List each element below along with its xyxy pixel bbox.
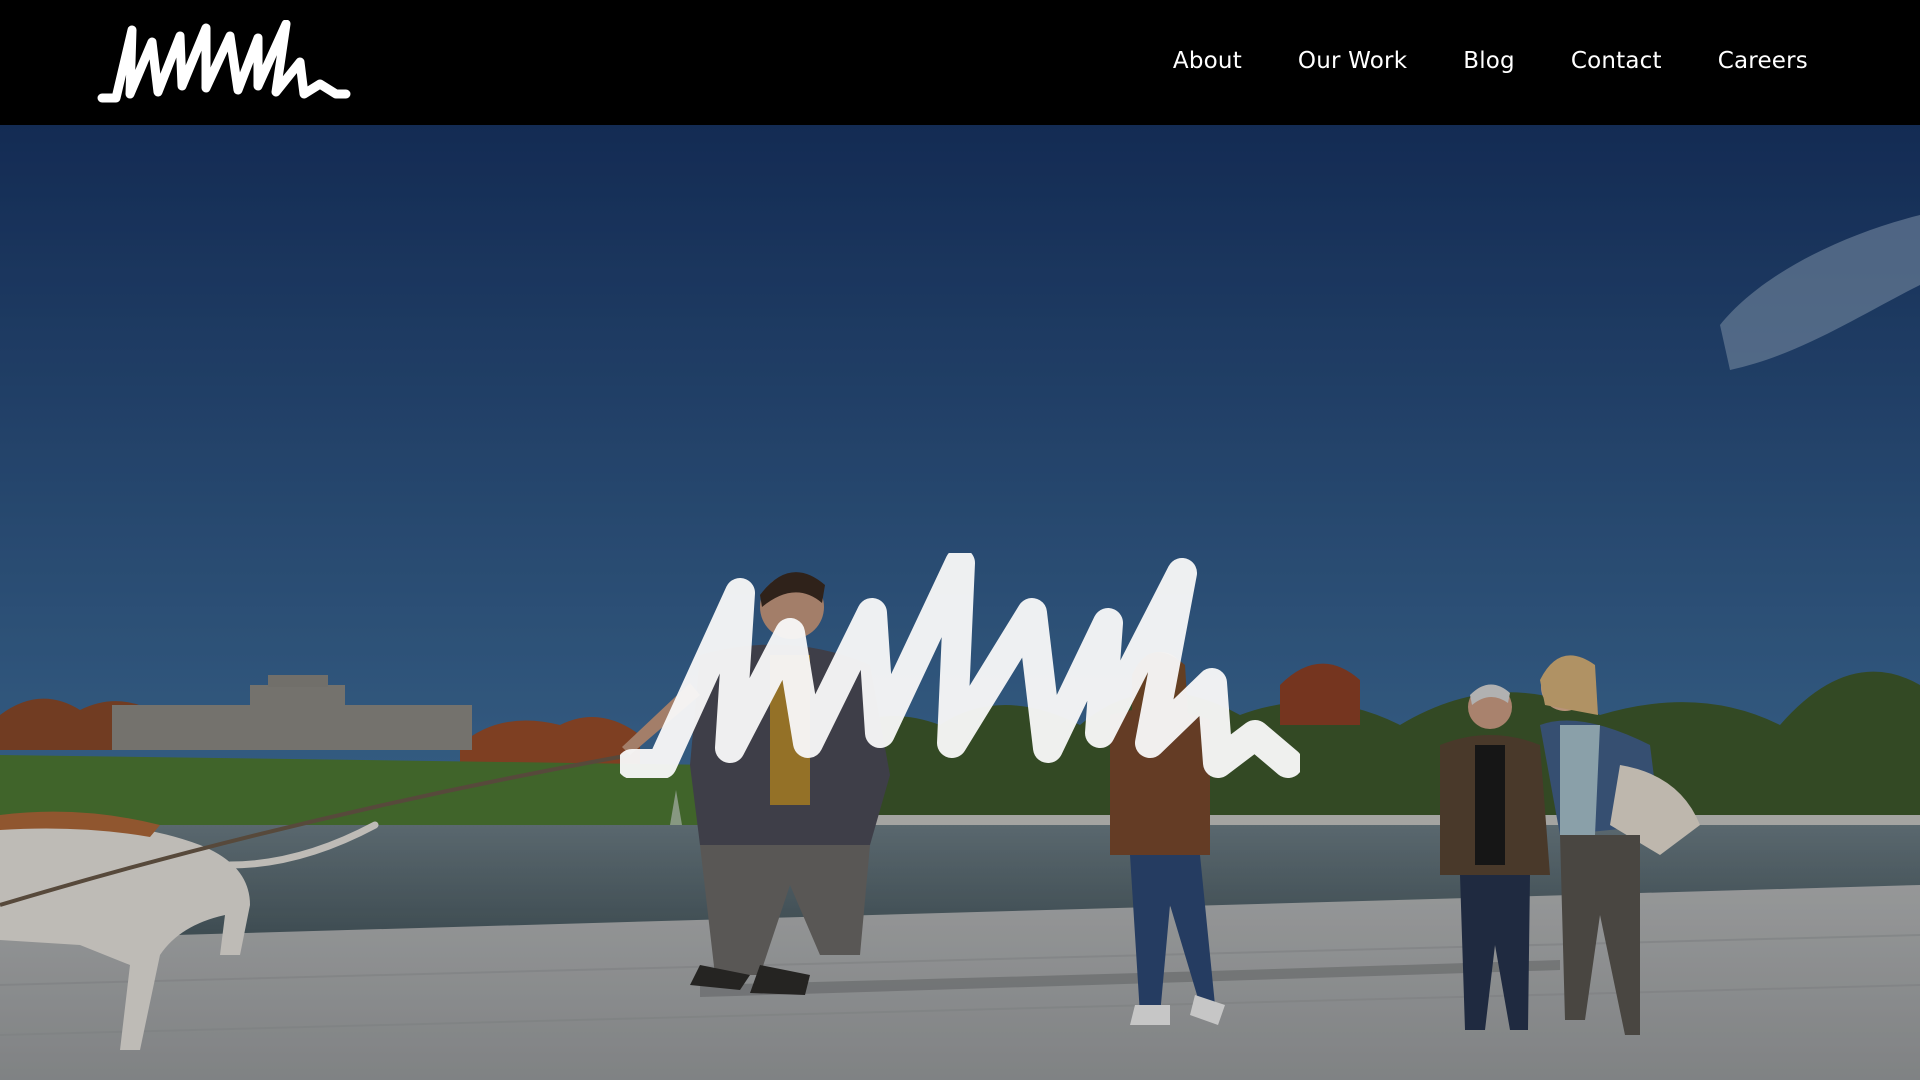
nav-contact[interactable]: Contact (1571, 44, 1662, 78)
main-nav: About Our Work Blog Contact Careers (1173, 44, 1808, 78)
hero-video (0, 125, 1920, 1080)
nav-our-work[interactable]: Our Work (1298, 44, 1407, 78)
nav-careers[interactable]: Careers (1718, 44, 1808, 78)
nav-about[interactable]: About (1173, 44, 1242, 78)
nav-blog[interactable]: Blog (1463, 44, 1515, 78)
site-header: About Our Work Blog Contact Careers (0, 0, 1920, 125)
hero-mmm-logo-icon (620, 553, 1300, 778)
mmm-logo-icon (97, 20, 351, 103)
